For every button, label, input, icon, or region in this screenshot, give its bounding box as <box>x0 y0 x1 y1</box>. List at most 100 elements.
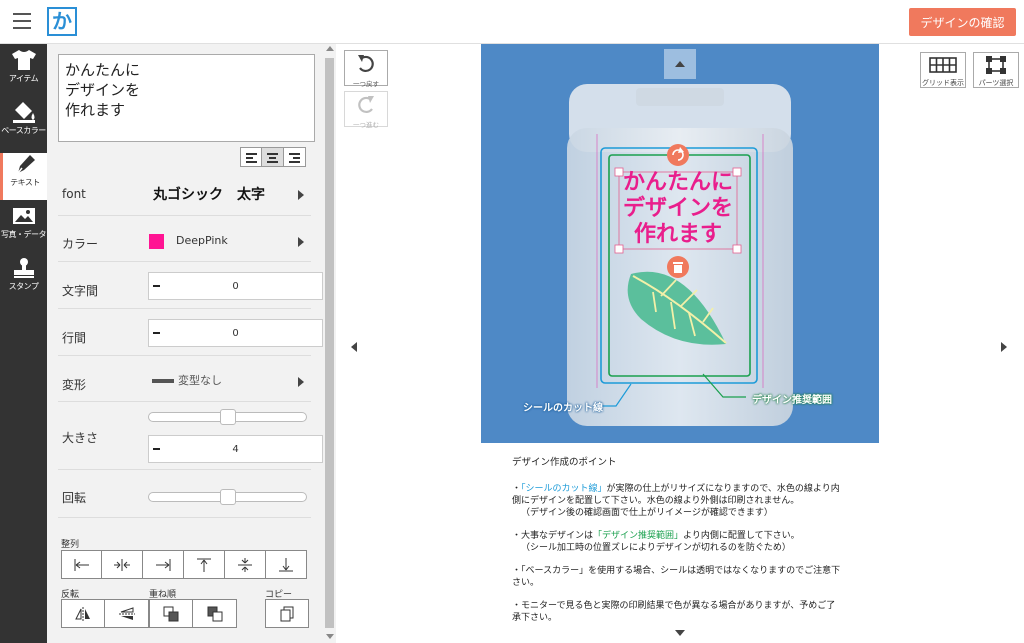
copy-icon <box>280 606 294 621</box>
color-label: カラー <box>62 237 99 251</box>
align-right-edge-button[interactable] <box>143 550 184 579</box>
color-name: DeepPink <box>176 234 228 247</box>
color-row[interactable]: カラー DeepPink <box>58 216 311 262</box>
size-slider-handle[interactable] <box>220 409 236 425</box>
menu-icon[interactable] <box>13 13 31 29</box>
scroll-up-arrow-icon[interactable] <box>326 46 334 51</box>
rail-item-item[interactable]: アイテム <box>0 49 47 96</box>
parts-select-button[interactable]: パーツ選択 <box>973 52 1019 88</box>
tshirt-icon <box>11 50 36 70</box>
letter-spacing-row: 文字間 0 <box>58 262 323 309</box>
copy-buttons <box>265 599 309 628</box>
logo[interactable]: か <box>47 7 77 36</box>
confirm-design-button[interactable]: デザインの確認 <box>909 8 1016 36</box>
grid-toggle-button[interactable]: グリッド表示 <box>920 52 966 88</box>
copy-button[interactable] <box>265 599 309 628</box>
panel-scrollbar[interactable] <box>323 44 336 643</box>
font-row[interactable]: font 丸ゴシック 太字 <box>58 172 311 216</box>
rotation-slider-handle[interactable] <box>220 489 236 505</box>
align-left-edge-icon <box>74 558 89 571</box>
line-spacing-row: 行間 0 <box>58 309 323 356</box>
previous-side-arrow-icon[interactable] <box>351 342 357 352</box>
scroll-down-icon[interactable] <box>675 630 685 636</box>
order-buttons <box>149 599 237 628</box>
chevron-right-icon <box>298 190 304 200</box>
rail-item-photo[interactable]: 写真・データ <box>0 205 47 252</box>
size-slider[interactable] <box>148 409 307 425</box>
transform-label: 変形 <box>62 378 87 392</box>
send-backward-button[interactable] <box>193 599 237 628</box>
transform-row[interactable]: 変形 変型なし <box>58 356 311 402</box>
letter-spacing-input[interactable]: 0 <box>148 272 323 300</box>
tip-item: ・モニターで見る色と実際の印刷結果で色が異なる場合がありますが、予めご了承下さい… <box>512 601 836 623</box>
rotate-handle-icon[interactable] <box>667 144 689 166</box>
bring-forward-button[interactable] <box>149 599 193 628</box>
align-left-edge-button[interactable] <box>61 550 102 579</box>
selection-frame-icon <box>986 56 1006 74</box>
scrollbar-thumb[interactable] <box>325 58 334 628</box>
rotation-row: 回転 <box>58 470 311 518</box>
align-v-center-button[interactable] <box>225 550 266 579</box>
flip-buttons <box>61 599 149 628</box>
text-properties-panel: かんたんに デザインを 作れます font 丸ゴシック 太字 カラー DeepP… <box>47 44 323 643</box>
rail-label: テキスト <box>10 178 40 187</box>
design-text-object[interactable]: かんたんに デザインを 作れます <box>619 170 737 248</box>
rail-item-base-color[interactable]: ベースカラー <box>0 101 47 148</box>
redo-icon <box>358 96 374 114</box>
font-value: 丸ゴシック 太字 <box>153 187 265 203</box>
tip-item: ・大事なデザインは「デザイン推奨範囲」より内側に配置して下さい。 （シール加工時… <box>512 531 800 553</box>
flip-horizontal-icon <box>75 606 90 621</box>
flip-horizontal-button[interactable] <box>61 599 105 628</box>
tool-rail: アイテム ベースカラー テキスト 写真・データ スタンプ <box>0 44 47 643</box>
align-right-button[interactable] <box>284 147 306 167</box>
image-icon <box>12 208 35 224</box>
chevron-right-icon <box>298 377 304 387</box>
flip-vertical-button[interactable] <box>105 599 149 628</box>
canvas-area: 一つ戻す 一つ進む グリッド表示 パーツ選択 かんたんに デザインを 作れます … <box>336 44 1024 643</box>
rail-label: 写真・データ <box>1 230 47 239</box>
line-spacing-input[interactable]: 0 <box>148 319 323 347</box>
align-h-center-icon <box>114 558 130 571</box>
chevron-right-icon <box>298 237 304 247</box>
rail-item-text[interactable]: テキスト <box>0 153 47 200</box>
text-align-group <box>240 147 306 167</box>
flip-vertical-icon <box>118 606 135 620</box>
undo-button[interactable]: 一つ戻す <box>344 50 388 88</box>
cut-line-label: シールのカット線 <box>523 403 603 414</box>
align-bottom-edge-button[interactable] <box>266 550 307 579</box>
stamp-icon <box>13 258 34 278</box>
align-center-button[interactable] <box>262 147 284 167</box>
undo-icon <box>358 55 374 73</box>
grid-icon <box>929 57 957 73</box>
rotation-label: 回転 <box>62 491 87 505</box>
size-label: 大きさ <box>62 431 99 445</box>
scroll-down-arrow-icon[interactable] <box>326 634 334 639</box>
rail-label: ベースカラー <box>1 126 46 135</box>
design-tips: デザイン作成のポイント ・「シールのカット線」が実際の仕上がリサイズになりますの… <box>512 457 842 635</box>
product-preview: かんたんに デザインを 作れます シールのカット線 デザイン推奨範囲 <box>481 44 879 443</box>
align-top-edge-button[interactable] <box>184 550 225 579</box>
rail-item-stamp[interactable]: スタンプ <box>0 257 47 304</box>
redo-button[interactable]: 一つ進む <box>344 91 388 129</box>
size-row: 大きさ 4 <box>58 402 323 470</box>
align-left-button[interactable] <box>240 147 262 167</box>
rail-label: スタンプ <box>8 282 39 291</box>
tip-item: ・「シールのカット線」が実際の仕上がリサイズになりますので、水色の線より内側にデ… <box>512 484 840 518</box>
size-input[interactable]: 4 <box>148 435 323 463</box>
tip-item: ・「ベースカラー」を使用する場合、シールは透明ではなくなりますのでご注意下さい。 <box>512 566 841 588</box>
align-top-edge-icon <box>197 558 211 572</box>
text-content-input[interactable]: かんたんに デザインを 作れます <box>58 54 315 142</box>
color-swatch <box>149 234 164 249</box>
rail-label: アイテム <box>8 74 39 83</box>
align-v-center-icon <box>238 557 252 572</box>
bring-forward-icon <box>163 606 179 621</box>
pen-icon <box>17 155 35 174</box>
position-align-buttons <box>61 550 307 579</box>
next-side-arrow-icon[interactable] <box>1001 342 1007 352</box>
rotation-slider[interactable] <box>148 489 307 505</box>
font-label: font <box>62 187 86 201</box>
line-spacing-label: 行間 <box>62 331 87 345</box>
design-tips-heading: デザイン作成のポイント <box>512 457 617 468</box>
transform-value: 変型なし <box>178 374 222 387</box>
align-h-center-button[interactable] <box>102 550 143 579</box>
